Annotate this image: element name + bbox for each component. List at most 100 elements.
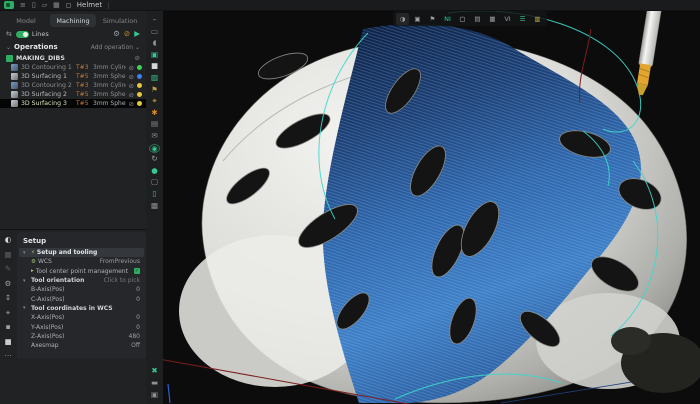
gesture-icon[interactable]: ✱	[149, 109, 160, 118]
setup-row-b-axis[interactable]: B-Axis(Pos) 0	[17, 285, 146, 294]
operation-row-selected[interactable]: 3D Surfacing 3 T#5 3mm Spherical mill ⊘	[0, 99, 146, 108]
gallery-icon[interactable]: ▦	[53, 1, 60, 10]
setup-row-value[interactable]: Click to pick	[104, 277, 140, 284]
setup-row-x-axis[interactable]: X-Axis(Pos) 0	[17, 313, 146, 322]
pointer-icon[interactable]: ▣	[149, 391, 160, 400]
lines-toggle[interactable]: Lines	[16, 30, 49, 38]
tool-number: T#5	[76, 100, 90, 107]
visibility-icon[interactable]: ⊘	[129, 91, 134, 99]
rotate-icon[interactable]: ↻	[149, 155, 160, 164]
alert-icon[interactable]: ▪	[5, 322, 10, 331]
operation-row[interactable]: 3D Surfacing 2 T#5 3mm Spherical mill ⊘	[0, 90, 146, 99]
visibility-icon[interactable]: ⊘	[129, 100, 134, 108]
tool-number: T#3	[76, 82, 90, 89]
screen-icon[interactable]: ▢	[149, 178, 160, 187]
frame-icon[interactable]: ▯	[149, 190, 160, 199]
plane-icon[interactable]: ▢	[456, 13, 469, 25]
stock-view-icon[interactable]: ▣	[411, 13, 424, 25]
setup-row-c-axis[interactable]: C-Axis(Pos) 0	[17, 294, 146, 303]
tab-simulation[interactable]: Simulation	[97, 14, 143, 27]
swap-icon[interactable]: ⇆	[6, 30, 12, 38]
grid-icon[interactable]: ▦	[486, 13, 499, 25]
chip-icon[interactable]: ▩	[149, 202, 160, 211]
ni-toggle[interactable]: NI	[441, 13, 454, 25]
cutting-tool	[634, 11, 662, 96]
setup-row-value[interactable]: 0	[136, 324, 140, 331]
setup-row-tcp-management[interactable]: ▸ Tool center point management ✓	[17, 267, 146, 276]
operation-group-row[interactable]: MAKING_DIBS ⊘	[0, 53, 146, 63]
open-folder-icon[interactable]: ▱	[42, 1, 47, 10]
visibility-icon[interactable]: ⊘	[135, 54, 140, 62]
setup-row-axesmap[interactable]: Axesmap Off	[17, 341, 146, 350]
collapse-icon[interactable]: –	[149, 16, 160, 25]
visibility-icon[interactable]: ⊘	[129, 73, 134, 81]
axes-icon[interactable]: ↕	[5, 293, 11, 302]
origin-point-icon[interactable]: ◉	[149, 144, 160, 153]
stock-icon[interactable]: ■	[4, 337, 11, 346]
view-globe-icon[interactable]: ◐	[5, 235, 12, 244]
setup-row-z-axis[interactable]: Z-Axis(Pos) 480	[17, 332, 146, 341]
stats-columns-icon[interactable]: ▥	[531, 13, 544, 25]
camera-icon[interactable]: ●	[149, 167, 160, 176]
checkbox-checked[interactable]: ✓	[134, 268, 140, 274]
setup-row-value[interactable]: 480	[129, 333, 140, 340]
setup-row-value[interactable]: 0	[136, 286, 140, 293]
caret-icon[interactable]: ▾	[23, 278, 29, 284]
visibility-toggle-icon[interactable]: ◑	[396, 13, 409, 25]
visibility-icon[interactable]: ⊘	[129, 64, 134, 72]
block-icon[interactable]: ⊘	[124, 29, 130, 39]
display-icon[interactable]: ▭	[149, 28, 160, 37]
caret-icon[interactable]: ▾	[23, 250, 29, 256]
toggle-pill[interactable]	[16, 31, 29, 38]
add-operation-button[interactable]: Add operation ⌄	[91, 44, 140, 51]
setup-row-tool-coordinates[interactable]: ▾ Tool coordinates in WCS	[17, 304, 146, 313]
settings-gear-icon[interactable]: ⚙	[5, 279, 12, 288]
menu-icon[interactable]: ≡	[20, 1, 26, 10]
operation-type-icon	[11, 91, 18, 98]
viewport-3d[interactable]: ◑ ▣ ⚑ NI ▢ ▤ ▦ VI ☰ ▥	[163, 11, 700, 404]
setup-row-tool-orientation[interactable]: ▾ Tool orientation Click to pick	[17, 276, 146, 285]
visibility-icon[interactable]: ⊘	[129, 82, 134, 90]
comment-icon[interactable]: ✉	[149, 132, 160, 141]
setup-row-y-axis[interactable]: Y-Axis(Pos) 0	[17, 322, 146, 331]
model-view-icon[interactable]: ◖	[149, 39, 160, 48]
setup-row-label: C-Axis(Pos)	[31, 296, 134, 303]
fixture-icon[interactable]: ▨	[149, 74, 160, 83]
setup-row-setup-and-tooling[interactable]: ▾ ⚡ Setup and tooling	[19, 248, 144, 257]
setup-row-value[interactable]: FromPrevious	[100, 258, 140, 265]
probe-flag-icon[interactable]: ⚑	[426, 13, 439, 25]
target-icon[interactable]: ⌖	[6, 308, 10, 317]
marker-icon[interactable]: ⌖	[149, 97, 160, 106]
caret-icon[interactable]: ▾	[23, 305, 29, 311]
group-icon	[6, 55, 13, 62]
tab-model[interactable]: Model	[3, 14, 49, 27]
new-file-icon[interactable]: ▯	[32, 1, 36, 10]
app-logo-icon[interactable]	[4, 1, 14, 9]
close-icon[interactable]: ✖	[149, 367, 160, 376]
vi-toggle[interactable]: VI	[501, 13, 514, 25]
collapse-caret-icon[interactable]: ⌄	[6, 44, 11, 51]
setup-row-value[interactable]: Off	[131, 342, 140, 349]
setup-row-wcs[interactable]: ⚙ WCS FromPrevious	[17, 257, 146, 266]
setup-row-value[interactable]: 0	[136, 296, 140, 303]
document-icon[interactable]: ▤	[149, 120, 160, 129]
more-icon[interactable]: ⋯	[4, 351, 12, 360]
operation-row[interactable]: 3D Surfacing 1 T#5 3mm Spherical mill ⊘	[0, 72, 146, 81]
keyboard-icon[interactable]: ▬	[149, 379, 160, 388]
operation-row[interactable]: 3D Contouring 1 T#3 3mm Cylindrical mill…	[0, 63, 146, 72]
tab-machining[interactable]: Machining	[50, 14, 96, 27]
operation-row[interactable]: 3D Contouring 2 T#3 3mm Cylindrical mill…	[0, 81, 146, 90]
play-icon[interactable]: ▶	[134, 29, 140, 39]
layers-icon[interactable]: ☰	[516, 13, 529, 25]
probe-flag-icon[interactable]: ⚑	[149, 86, 160, 95]
bolt-icon: ⚡	[31, 250, 35, 256]
material-icon[interactable]: ▣	[149, 51, 160, 60]
sketch-icon[interactable]: ✎	[5, 264, 11, 273]
status-dot	[137, 74, 142, 79]
stock-icon[interactable]: ■	[149, 62, 160, 71]
panel-list-icon[interactable]: ▤	[471, 13, 484, 25]
setup-row-value[interactable]: 0	[136, 314, 140, 321]
viewport-3d-scene[interactable]	[163, 11, 700, 404]
grid-plane-icon[interactable]: ▦	[4, 250, 11, 259]
gear-icon[interactable]: ⚙	[113, 29, 120, 39]
